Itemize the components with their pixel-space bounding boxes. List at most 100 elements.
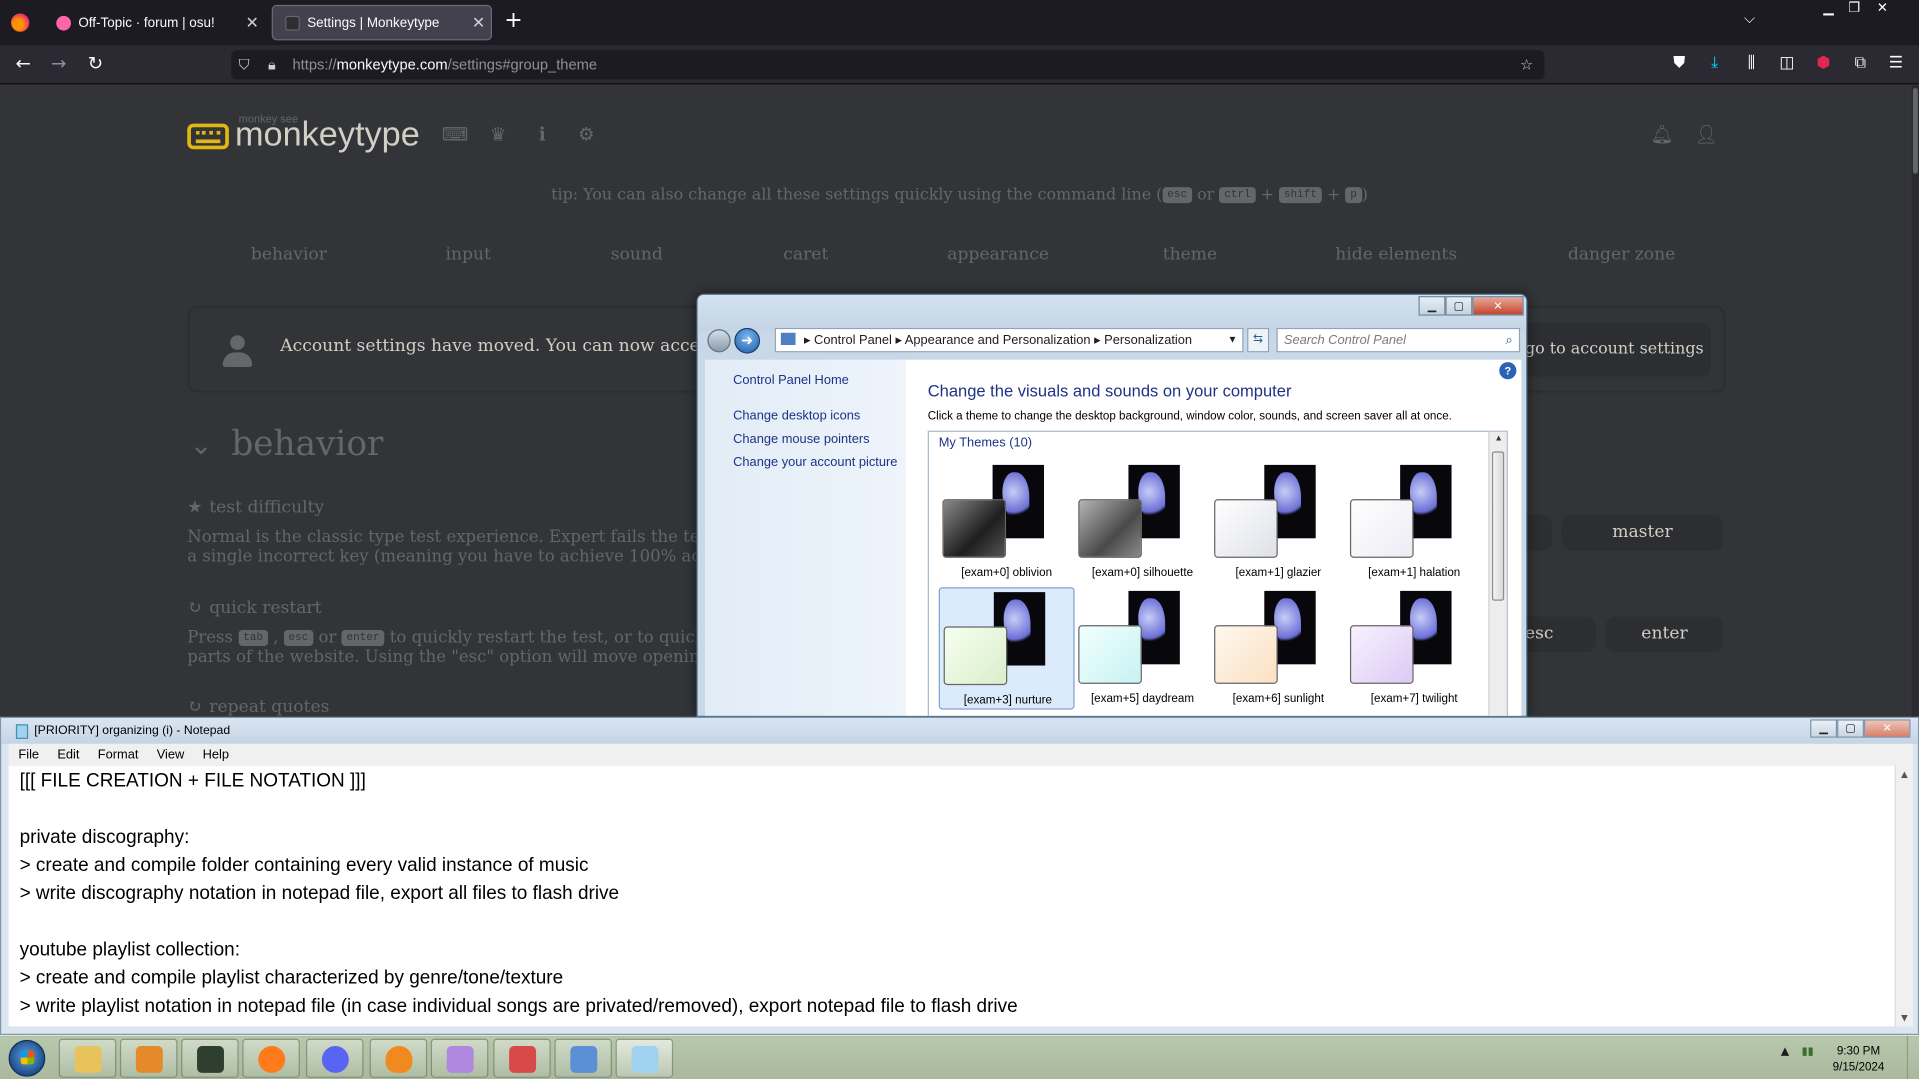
menu-edit[interactable]: Edit [57,744,79,766]
taskbar-firefox-button[interactable] [242,1038,300,1078]
theme-oblivion[interactable]: [exam+0] oblivion [939,461,1075,583]
menu-format[interactable]: Format [98,744,139,766]
theme-twilight[interactable]: [exam+7] twilight [1346,587,1482,709]
menu-file[interactable]: File [18,744,39,766]
theme-nurture[interactable]: [exam+3] nurture [938,587,1075,710]
sidebar-icon[interactable]: ◫ [1775,53,1799,75]
theme-glazier[interactable]: [exam+1] glazier [1210,461,1346,583]
taskbar-snipping-tool-button[interactable] [493,1038,551,1078]
difficulty-master-button[interactable]: master [1561,515,1724,551]
notification-bell-icon[interactable]: 🔔︎ [1650,124,1674,146]
keyboard-icon[interactable]: ⌨ [442,124,469,146]
notepad-scrollbar[interactable]: ▲ ▼ [1894,765,1913,1027]
extensions-puzzle-icon[interactable]: ⧉ [1848,53,1872,75]
section-link-input[interactable]: input [445,245,490,265]
taskbar-explorer-button[interactable] [58,1038,117,1078]
network-icon[interactable]: ▮▮ [1802,1046,1814,1058]
address-dropdown-icon[interactable]: ▼ [1228,329,1238,351]
close-tab-icon[interactable]: ✕ [240,13,264,33]
difficulty-expert-button[interactable] [1527,515,1552,551]
notepad-text-area[interactable]: [[[ FILE CREATION + FILE NOTATION ]]] pr… [8,765,1895,1027]
taskbar-notepad-button[interactable] [615,1038,674,1078]
section-link-caret[interactable]: caret [783,245,828,265]
scroll-up-icon[interactable]: ▲ [1489,434,1507,443]
firefox-icon[interactable] [11,13,30,32]
minimize-icon[interactable]: ▁ [1810,719,1838,738]
monkeytype-keyboard-logo-icon[interactable] [187,123,229,150]
help-icon[interactable]: ? [1499,362,1517,380]
tab-osu-forum[interactable]: Off-Topic · forum | osu! ✕ [44,5,264,40]
forward-arrow-icon[interactable]: ➜ [734,327,761,354]
go-to-account-settings-button[interactable]: go to account settings [1517,322,1712,377]
theme-silhouette[interactable]: [exam+0] silhouette [1075,461,1211,583]
lock-icon[interactable]: 🔒︎ [268,50,276,79]
scrollbar-thumb[interactable] [1491,451,1505,601]
breadcrumb-appearance[interactable]: Appearance and Personalization [905,333,1091,348]
change-account-picture-link[interactable]: Change your account picture [733,455,897,470]
ublock-origin-icon[interactable]: ⬢ [1811,53,1835,75]
notepad-title-bar[interactable]: [PRIORITY] organizing (i) - Notepad ▁ ▢ … [1,718,1918,744]
breadcrumb-control-panel[interactable]: Control Panel [814,333,892,348]
minimize-window-icon[interactable]: ▁ [1816,0,1840,17]
close-icon[interactable]: ✕ [1863,719,1911,738]
taskbar-control-panel-button[interactable] [554,1038,612,1078]
menu-help[interactable]: Help [203,744,229,766]
maximize-icon[interactable]: ▢ [1445,296,1473,316]
system-clock[interactable]: 9:30 PM 9/15/2024 [1825,1044,1892,1076]
account-user-icon[interactable]: 👤︎ [1694,124,1718,146]
close-tab-icon[interactable]: ✕ [466,13,490,33]
section-link-danger-zone[interactable]: danger zone [1568,245,1675,265]
search-control-panel-input[interactable]: Search Control Panel ⌕ [1276,327,1521,353]
show-desktop-button[interactable] [1906,1036,1919,1079]
taskbar-fl-studio-button[interactable] [369,1038,428,1078]
chevron-down-icon[interactable]: ⌄ [190,431,213,462]
forward-arrow-icon[interactable]: → [47,53,71,75]
theme-halation[interactable]: [exam+1] halation [1346,461,1482,583]
info-icon[interactable]: ℹ [530,124,554,146]
taskbar-discord-button[interactable] [305,1038,364,1078]
breadcrumb-personalization[interactable]: Personalization [1104,333,1192,348]
section-link-appearance[interactable]: appearance [947,245,1049,265]
tab-monkeytype-settings[interactable]: Settings | Monkeytype ✕ [271,4,493,41]
crown-icon[interactable]: ♛ [486,124,510,146]
theme-sunlight[interactable]: [exam+6] sunlight [1210,587,1346,709]
restore-window-icon[interactable]: ❐ [1842,0,1866,17]
library-icon[interactable]: ⫼ [1739,53,1763,75]
address-bar[interactable]: ⛉ 🔒︎ https://monkeytype.com/settings#gro… [231,50,1545,80]
quick-restart-enter-button[interactable]: enter [1605,616,1724,653]
settings-gear-icon[interactable]: ⚙ [574,124,598,146]
taskbar-terminal-button[interactable] [181,1038,239,1078]
bookmark-star-icon[interactable]: ☆ [1520,50,1533,79]
back-arrow-icon[interactable] [707,329,731,353]
list-all-tabs-chevron-icon[interactable]: ⌵ [1744,10,1755,28]
themes-scrollbar[interactable]: ▲ [1488,431,1507,716]
section-link-sound[interactable]: sound [611,245,663,265]
page-scrollbar[interactable] [1911,85,1919,717]
reload-icon[interactable]: ↻ [83,53,107,75]
section-link-behavior[interactable]: behavior [251,245,327,265]
search-icon[interactable]: ⌕ [1506,329,1513,351]
change-mouse-pointers-link[interactable]: Change mouse pointers [733,432,869,447]
refresh-icon[interactable]: ⇆ [1247,327,1270,353]
show-hidden-icons-icon[interactable]: ▲ [1781,1046,1789,1058]
section-link-hide-elements[interactable]: hide elements [1335,245,1457,265]
downloads-icon[interactable]: ⤓ [1702,53,1726,75]
change-desktop-icons-link[interactable]: Change desktop icons [733,409,860,424]
theme-daydream[interactable]: [exam+5] daydream [1075,587,1211,709]
new-tab-plus-icon[interactable]: + [504,8,522,33]
breadcrumb[interactable]: ▸ Control Panel ▸ Appearance and Persona… [774,327,1244,353]
taskbar-media-player-button[interactable] [119,1038,178,1078]
scroll-down-icon[interactable]: ▼ [1896,1013,1913,1023]
back-arrow-icon[interactable]: ← [11,53,35,75]
menu-view[interactable]: View [157,744,185,766]
close-icon[interactable]: ✕ [1472,296,1524,316]
pocket-icon[interactable]: ⛊ [1667,53,1691,75]
section-link-theme[interactable]: theme [1163,245,1217,265]
start-button-windows-icon[interactable] [8,1039,46,1077]
app-menu-hamburger-icon[interactable]: ☰ [1884,53,1908,75]
close-window-icon[interactable]: ✕ [1870,0,1894,17]
scroll-up-icon[interactable]: ▲ [1896,770,1913,780]
scrollbar-thumb[interactable] [1912,88,1918,174]
maximize-icon[interactable]: ▢ [1837,719,1864,738]
minimize-icon[interactable]: ▁ [1418,296,1446,316]
